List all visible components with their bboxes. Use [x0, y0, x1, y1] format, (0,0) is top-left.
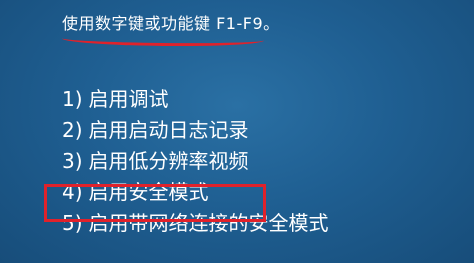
safe-mode-highlight-annotation — [44, 184, 266, 222]
startup-settings-screen: 使用数字键或功能键 F1-F9。 1) 启用调试 2) 启用启动日志记录 3) 启用低… — [0, 0, 474, 263]
instruction-underline-annotation — [61, 36, 265, 48]
option-label: 启用低分辨率视频 — [88, 149, 249, 173]
option-label: 启用启动日志记录 — [88, 118, 249, 142]
option-number: 3) — [62, 149, 83, 173]
option-label: 启用调试 — [88, 87, 169, 111]
option-boot-logging[interactable]: 2) 启用启动日志记录 — [62, 115, 329, 146]
option-number: 2) — [62, 118, 83, 142]
instruction-text: 使用数字键或功能键 F1-F9。 — [62, 14, 280, 33]
option-number: 1) — [62, 87, 83, 111]
option-debugging[interactable]: 1) 启用调试 — [62, 84, 329, 115]
option-low-resolution-video[interactable]: 3) 启用低分辨率视频 — [62, 146, 329, 177]
